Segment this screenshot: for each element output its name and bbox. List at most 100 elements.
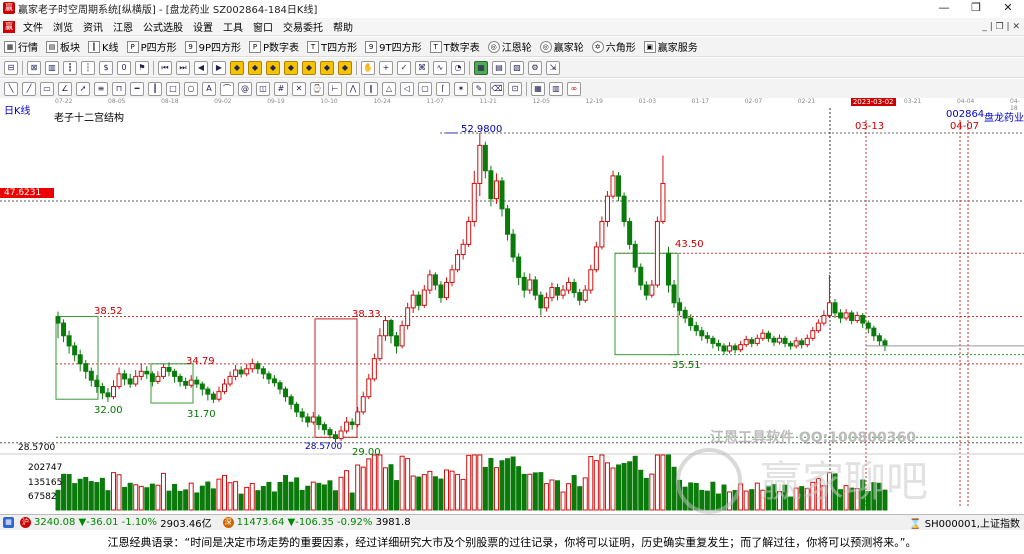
bar-chart-icon[interactable]: ▥ — [45, 60, 59, 75]
menu-grid-icon[interactable]: ▦ — [3, 517, 14, 528]
hline-icon[interactable]: ━ — [130, 81, 144, 96]
box-icon[interactable]: ▢ — [418, 81, 432, 96]
grid-lines-icon[interactable]: # — [274, 81, 288, 96]
square-icon[interactable]: ◫ — [256, 81, 270, 96]
cycle-icon[interactable]: ⊓ — [112, 81, 126, 96]
last-icon[interactable]: ⏭ — [176, 60, 190, 75]
x-icon[interactable]: ✕ — [292, 81, 306, 96]
restore-button[interactable]: ❐ — [960, 0, 992, 16]
wedge-icon[interactable]: ◁ — [400, 81, 414, 96]
menu-gann[interactable]: 江恩 — [108, 19, 138, 34]
bracket-icon[interactable]: ⌈ — [436, 81, 450, 96]
menu-trade[interactable]: 交易委托 — [278, 19, 328, 34]
vline-icon[interactable]: ┃ — [148, 81, 162, 96]
menu-tools[interactable]: 工具 — [218, 19, 248, 34]
layers-icon[interactable]: ▧ — [510, 60, 524, 75]
lock-icon[interactable]: ⊡ — [508, 81, 522, 96]
pie-icon[interactable]: ◔ — [451, 60, 465, 75]
nav-t-square[interactable]: T T四方形 — [303, 39, 361, 54]
grid-toggle-icon[interactable]: ▦ — [531, 81, 545, 96]
close-button[interactable]: ✕ — [992, 0, 1024, 16]
chart-area[interactable]: 日K线 老子十二宫结构 002864 盘龙药业 47.6231 03-13 04… — [0, 106, 1024, 514]
nav-hexagon[interactable]: ✡ 六角形 — [588, 39, 640, 54]
gann-fan-2-icon[interactable]: ◆ — [248, 60, 262, 75]
angle-icon[interactable]: ∠ — [58, 81, 72, 96]
nav-sector[interactable]: ▤ 板块 — [42, 39, 84, 54]
sz-index[interactable]: 11473.64 ▼-106.35 -0.92% 3981.8 — [237, 517, 411, 528]
gann-fan-6-icon[interactable]: ◆ — [320, 60, 334, 75]
menu-formula[interactable]: 公式选股 — [138, 19, 188, 34]
table-icon[interactable]: ▦ — [474, 60, 488, 75]
rect-icon[interactable]: □ — [166, 81, 180, 96]
check-icon[interactable]: ✓ — [397, 60, 411, 75]
arc-icon[interactable]: ⌒ — [220, 81, 234, 96]
next-icon[interactable]: ▶ — [212, 60, 226, 75]
candle-small-icon[interactable]: ┆ — [81, 60, 95, 75]
minimize-button[interactable]: — — [928, 0, 960, 16]
sh-index[interactable]: 3240.08 ▼-36.01 -1.10% 2903.46亿 — [34, 515, 212, 530]
nav-9t-square[interactable]: 9 9T四方形 — [361, 39, 425, 54]
circle-icon[interactable]: ○ — [184, 81, 198, 96]
gann-fan-7-icon[interactable]: ◆ — [338, 60, 352, 75]
nav-9p-square[interactable]: 9 9P四方形 — [181, 39, 245, 54]
menu-browse[interactable]: 浏览 — [48, 19, 78, 34]
gann-fan-5-icon[interactable]: ◆ — [302, 60, 316, 75]
crosshair-icon[interactable]: + — [379, 60, 393, 75]
zigzag-icon[interactable]: ⋀ — [346, 81, 360, 96]
menu-settings[interactable]: 设置 — [188, 19, 218, 34]
volume-bar — [216, 478, 222, 511]
first-icon[interactable]: ⏮ — [158, 60, 172, 75]
ray-icon[interactable]: ╱ — [22, 81, 36, 96]
menu-window[interactable]: 窗口 — [248, 19, 278, 34]
nav-t-table[interactable]: T T数字表 — [426, 39, 484, 54]
gann-fan-1-icon[interactable]: ◆ — [230, 60, 244, 75]
ruler-icon[interactable]: ⊢ — [328, 81, 342, 96]
erase-icon[interactable]: ⌫ — [490, 81, 504, 96]
gann-fan-4-icon[interactable]: ◆ — [284, 60, 298, 75]
menu-info[interactable]: 资讯 — [78, 19, 108, 34]
period-icon[interactable]: 0 — [117, 60, 131, 75]
star-icon[interactable]: ✶ — [454, 81, 468, 96]
volume-bar — [360, 466, 366, 511]
index-selector[interactable]: ⌛ SH000001,上证指数 — [909, 515, 1020, 530]
gann-fan-3-icon[interactable]: ◆ — [266, 60, 280, 75]
zoom-icon[interactable]: ⊠ — [27, 60, 41, 75]
gift-icon[interactable]: ⌘ — [415, 60, 429, 75]
fib-icon[interactable]: ≡ — [94, 81, 108, 96]
parallel-icon[interactable]: ∥ — [364, 81, 378, 96]
volume-bar — [616, 464, 622, 511]
tools-icon[interactable]: ⚙ — [528, 60, 542, 75]
wave-icon[interactable]: ∿ — [433, 60, 447, 75]
nav-winner-wheel[interactable]: ◎ 赢家轮 — [536, 39, 588, 54]
nav-p-table[interactable]: P P数字表 — [245, 39, 303, 54]
kline-chart[interactable] — [0, 108, 1024, 514]
menu-file[interactable]: 文件 — [18, 19, 48, 34]
time-icon[interactable]: ⌚ — [310, 81, 324, 96]
flag-icon[interactable]: ⚑ — [135, 60, 149, 75]
nav-p-square[interactable]: P P四方形 — [123, 39, 181, 54]
line-icon[interactable]: ╲ — [4, 81, 18, 96]
export-icon[interactable]: ⇲ — [546, 60, 560, 75]
menu-help[interactable]: 帮助 — [328, 19, 358, 34]
candle-icon[interactable]: ┇ — [63, 60, 77, 75]
note-icon[interactable]: ✎ — [472, 81, 486, 96]
nav-kline[interactable]: ┃ K线 — [84, 39, 123, 54]
text-icon[interactable]: A — [202, 81, 216, 96]
nav-service[interactable]: ▣ 赢家服务 — [640, 39, 702, 54]
hand-icon[interactable]: ✋ — [361, 60, 375, 75]
layout-icon[interactable]: ⊟ — [4, 60, 18, 75]
link-icon[interactable]: ∞ — [567, 81, 581, 96]
channel-icon[interactable]: ▭ — [40, 81, 54, 96]
triangle-icon[interactable]: △ — [382, 81, 396, 96]
save-icon[interactable]: ▤ — [492, 60, 506, 75]
date-tick: 08-18 — [161, 98, 179, 105]
spiral-icon[interactable]: @ — [238, 81, 252, 96]
nav-quote[interactable]: ▦ 行情 — [0, 39, 42, 54]
dollar-icon[interactable]: $ — [99, 60, 113, 75]
bars-toggle-icon[interactable]: ▥ — [549, 81, 563, 96]
arrow-icon[interactable]: ➚ — [76, 81, 90, 96]
nav-gann-wheel[interactable]: ◎ 江恩轮 — [484, 39, 536, 54]
volume-bar — [682, 486, 688, 511]
mdi-controls[interactable]: _ | ❐ | ✕ — [982, 22, 1020, 32]
prev-icon[interactable]: ◀ — [194, 60, 208, 75]
